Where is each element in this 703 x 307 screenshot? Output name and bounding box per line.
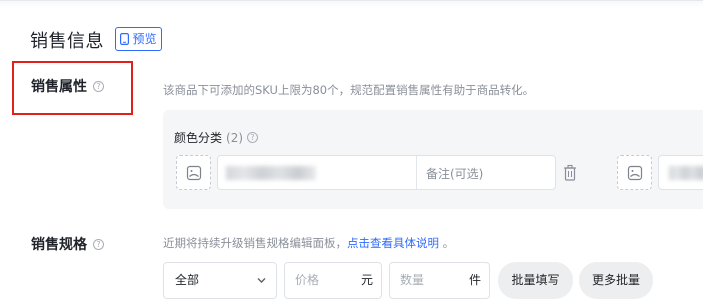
phone-icon bbox=[120, 33, 130, 45]
image-upload-button[interactable] bbox=[176, 155, 211, 190]
quantity-unit: 件 bbox=[468, 273, 481, 287]
section-title: 销售信息 bbox=[30, 31, 104, 52]
spec-filter-select[interactable]: 全部 bbox=[163, 262, 277, 299]
color-category-label: 颜色分类 (2) ? bbox=[174, 129, 259, 146]
color-value-input[interactable] bbox=[658, 155, 703, 190]
help-icon[interactable]: ? bbox=[93, 238, 104, 250]
color-category-text: 颜色分类 bbox=[174, 131, 223, 145]
quantity-placeholder: 数量 bbox=[400, 273, 425, 287]
more-batch-button[interactable]: 更多批量 bbox=[579, 262, 653, 299]
select-value: 全部 bbox=[175, 273, 200, 287]
blurred-value bbox=[226, 166, 316, 180]
quantity-input[interactable]: 数量 件 bbox=[389, 262, 490, 299]
price-unit: 元 bbox=[360, 273, 373, 287]
preview-label: 预览 bbox=[132, 32, 157, 46]
divider bbox=[416, 156, 417, 189]
sales-attr-label: 销售属性 ? bbox=[31, 76, 104, 96]
spec-hint-text: 近期将持续升级销售规格编辑面板， bbox=[163, 236, 347, 250]
sku-limit-hint: 该商品下可添加的SKU上限为80个，规范配置销售属性有助于商品转化。 bbox=[163, 83, 535, 97]
sales-attr-text: 销售属性 bbox=[31, 79, 87, 95]
trash-icon[interactable] bbox=[562, 164, 578, 182]
spec-hint-link[interactable]: 点击查看具体说明 bbox=[347, 236, 439, 250]
sales-spec-text: 销售规格 bbox=[31, 237, 87, 253]
blurred-value bbox=[669, 166, 703, 180]
color-count: (2) bbox=[226, 130, 244, 145]
help-icon[interactable]: ? bbox=[247, 132, 259, 143]
image-upload-button[interactable] bbox=[617, 155, 652, 190]
help-icon[interactable]: ? bbox=[93, 80, 104, 92]
price-input[interactable]: 价格 元 bbox=[284, 262, 382, 299]
batch-fill-button[interactable]: 批量填写 bbox=[498, 262, 573, 299]
spec-hint: 近期将持续升级销售规格编辑面板，点击查看具体说明 。 bbox=[163, 235, 454, 251]
image-add-icon bbox=[627, 165, 642, 180]
image-add-icon bbox=[186, 165, 201, 180]
preview-button[interactable]: 预览 bbox=[115, 27, 162, 51]
top-border bbox=[0, 0, 703, 8]
spec-hint-tail: 。 bbox=[442, 236, 455, 250]
chevron-down-icon bbox=[257, 278, 266, 283]
note-input[interactable]: 备注(可选) bbox=[426, 165, 483, 182]
sales-spec-label: 销售规格 ? bbox=[31, 234, 104, 254]
color-value-input[interactable]: 备注(可选) bbox=[217, 155, 556, 190]
price-placeholder: 价格 bbox=[295, 273, 320, 287]
